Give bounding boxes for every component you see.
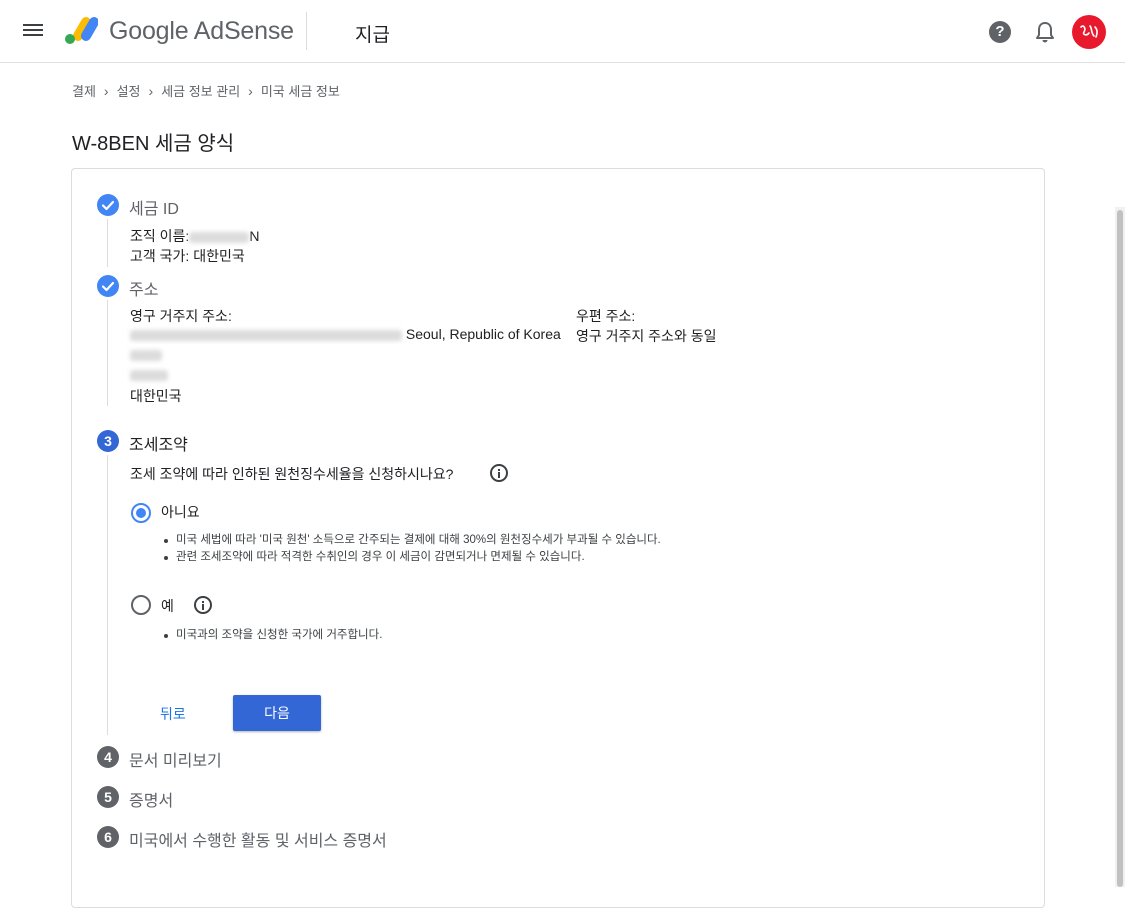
treaty-question: 조세 조약에 따라 인하된 원천징수세율을 신청하시나요?: [130, 466, 454, 482]
treaty-info-icon[interactable]: [490, 464, 508, 482]
product-name[interactable]: Google AdSense: [109, 17, 294, 46]
breadcrumb-payments[interactable]: 결제: [72, 81, 96, 100]
org-name-label: 조직 이름:: [130, 228, 190, 244]
step-connector-line: [107, 455, 108, 735]
breadcrumb-tax-info-management[interactable]: 세금 정보 관리: [161, 81, 240, 100]
step-complete-check-icon: [97, 194, 119, 216]
list-item: 관련 조세조약에 따라 적격한 수취인의 경우 이 세금이 감면되거나 면제될 …: [162, 549, 661, 566]
step-connector-line: [107, 219, 108, 267]
form-title: W-8BEN 세금 양식: [72, 133, 235, 155]
step-number-3-badge: 3: [97, 430, 119, 452]
step-title-tax-id[interactable]: 세금 ID: [129, 195, 179, 219]
permanent-address-country: 대한민국: [130, 388, 182, 404]
breadcrumb-settings[interactable]: 설정: [117, 81, 141, 100]
permanent-address-label: 영구 거주지 주소:: [130, 308, 232, 324]
page-heading: 지급: [355, 25, 390, 46]
top-app-bar: Google AdSense 지급 ?: [0, 0, 1125, 63]
customer-country-value: 대한민국: [193, 248, 245, 264]
header-divider: [306, 12, 307, 50]
list-item: 미국 세법에 따라 '미국 원천' 소득으로 간주되는 결제에 대해 30%의 …: [162, 532, 661, 549]
breadcrumb-us-tax-info: 미국 세금 정보: [260, 84, 340, 99]
redacted-org-name: [189, 231, 250, 243]
step-complete-check-icon: [97, 275, 119, 297]
redacted-address-line-2: [130, 346, 162, 362]
org-name-suffix: N: [249, 228, 260, 244]
permanent-address-city: Seoul, Republic of Korea: [405, 326, 561, 342]
account-avatar[interactable]: [1072, 15, 1106, 49]
yes-option-info-icon[interactable]: [194, 596, 212, 614]
adsense-logo-icon[interactable]: [64, 15, 98, 45]
radio-no[interactable]: [131, 503, 151, 523]
step-title-us-activity-certification: 미국에서 수행한 활동 및 서비스 증명서: [129, 833, 387, 850]
chevron-right-icon: ›: [148, 82, 154, 99]
step-number-4-badge: 4: [97, 746, 119, 768]
back-button[interactable]: 뒤로: [150, 700, 196, 728]
org-name-row: 조직 이름: N: [130, 226, 259, 246]
step-number-6-badge: 6: [97, 826, 119, 848]
redacted-text: [130, 349, 162, 361]
radio-yes[interactable]: [131, 595, 151, 615]
step-number-5-badge: 5: [97, 786, 119, 808]
permanent-address-line: Seoul, Republic of Korea: [130, 326, 561, 342]
avatar-signature-icon: [1080, 25, 1098, 38]
mailing-address-label: 우편 주소:: [576, 308, 636, 324]
step-connector-line: [107, 300, 108, 406]
scrollbar-thumb[interactable]: [1117, 210, 1123, 887]
next-button[interactable]: 다음: [233, 695, 321, 731]
chevron-right-icon: ›: [248, 82, 253, 99]
no-option-details: 미국 세법에 따라 '미국 원천' 소득으로 간주되는 결제에 대해 30%의 …: [162, 532, 661, 566]
step-title-address[interactable]: 주소: [129, 276, 158, 300]
redacted-text: [130, 369, 168, 381]
step-title-document-preview: 문서 미리보기: [129, 753, 222, 770]
radio-yes-label[interactable]: 예: [161, 596, 174, 616]
chevron-right-icon: ›: [103, 82, 109, 99]
redacted-postal-code: [130, 366, 168, 382]
breadcrumb: 결제 › 설정 › 세금 정보 관리 › 미국 세금 정보: [72, 81, 340, 100]
step-title-tax-treaty: 조세조약: [129, 437, 188, 454]
notifications-bell-icon[interactable]: [1034, 20, 1056, 44]
yes-option-details: 미국과의 조약을 신청한 국가에 거주합니다.: [162, 627, 382, 644]
list-item: 미국과의 조약을 신청한 국가에 거주합니다.: [162, 627, 382, 644]
help-icon[interactable]: ?: [989, 21, 1011, 43]
mailing-address-value: 영구 거주지 주소와 동일: [576, 328, 717, 344]
step-title-certification: 증명서: [129, 793, 174, 810]
redacted-street-address: [130, 329, 402, 341]
hamburger-menu-icon[interactable]: [22, 20, 44, 42]
customer-country-label: 고객 국가:: [130, 248, 190, 264]
radio-no-label[interactable]: 아니요: [161, 502, 200, 522]
customer-country-row: 고객 국가: 대한민국: [130, 246, 245, 266]
